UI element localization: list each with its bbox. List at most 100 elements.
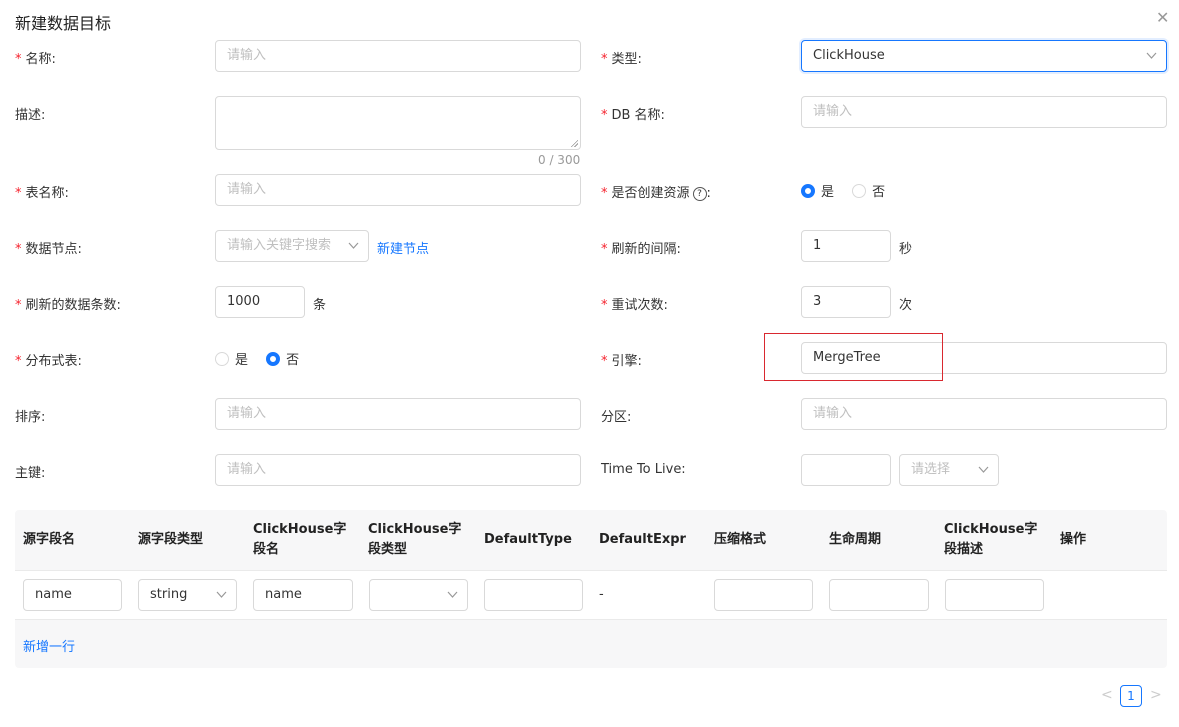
header-actions: 操作 [1060, 532, 1087, 547]
engine-highlight-box [764, 333, 943, 381]
create-resource-label-text: 是否创建资源 [611, 186, 690, 201]
row-ch-name-input[interactable]: name [253, 579, 353, 611]
table-name-input[interactable]: 请输入 [215, 174, 581, 206]
header-lifecycle: 生命周期 [829, 532, 882, 547]
create-resource-yes-radio[interactable] [801, 183, 815, 198]
help-circle-icon[interactable]: ? [692, 186, 707, 201]
resize-handle-icon[interactable] [570, 139, 578, 147]
name-placeholder: 请输入 [227, 48, 267, 63]
data-node-select[interactable]: 请输入关键字搜索 [215, 230, 369, 262]
primary-key-input[interactable]: 请输入 [215, 454, 581, 486]
pagination-page-1[interactable]: 1 [1120, 685, 1142, 707]
retry-count-label: * 重试次数: [601, 298, 668, 313]
type-select-value: ClickHouse [813, 48, 885, 63]
row-compression-input[interactable] [714, 579, 813, 611]
chevron-down-icon [1146, 50, 1157, 60]
row-source-type-value: string [150, 587, 188, 602]
type-label-text: 类型: [611, 52, 642, 67]
row-lifecycle-input[interactable] [829, 579, 929, 611]
table-name-label: * 表名称: [15, 186, 69, 201]
header-default-expr: DefaultExpr [599, 532, 686, 547]
db-name-label-text: DB 名称: [611, 108, 665, 123]
chevron-down-icon [348, 240, 359, 250]
header-ch-name: ClickHouse字段名 [253, 522, 347, 557]
add-row-link[interactable]: 新增一行 [23, 636, 75, 655]
partition-label: 分区: [601, 410, 632, 425]
header-source-name: 源字段名 [23, 532, 76, 547]
refresh-interval-input[interactable]: 1 [801, 230, 891, 262]
description-textarea[interactable] [215, 96, 581, 150]
description-counter: 0 / 300 [538, 153, 581, 167]
order-by-placeholder: 请输入 [227, 406, 267, 421]
create-resource-radio-group: 是 否 [801, 181, 899, 200]
refresh-rows-label: * 刷新的数据条数: [15, 298, 121, 313]
ttl-value-input[interactable] [801, 454, 891, 486]
row-ch-type-select[interactable] [369, 579, 468, 611]
engine-label: * 引擎: [601, 354, 642, 369]
header-default-type: DefaultType [484, 532, 572, 547]
row-default-expr: - [599, 587, 604, 602]
create-resource-no-radio[interactable] [852, 183, 867, 198]
order-by-label: 排序: [15, 410, 46, 425]
ttl-unit-placeholder: 请选择 [911, 462, 951, 477]
refresh-rows-input[interactable]: 1000 [215, 286, 305, 318]
refresh-rows-unit: 条 [313, 298, 327, 313]
distributed-label: * 分布式表: [15, 354, 82, 369]
header-ch-description: ClickHouse字段描述 [944, 522, 1038, 557]
dialog-title: 新建数据目标 [15, 14, 112, 33]
distributed-no-radio[interactable] [266, 351, 281, 366]
primary-key-label: 主键: [15, 466, 46, 481]
ttl-label: Time To Live: [601, 462, 686, 477]
partition-input[interactable]: 请输入 [801, 398, 1167, 430]
table-name-placeholder: 请输入 [227, 182, 267, 197]
chevron-down-icon [978, 464, 989, 474]
data-node-label-text: 数据节点: [25, 242, 82, 257]
refresh-interval-unit: 秒 [899, 242, 913, 257]
table-header-divider [15, 570, 1167, 571]
name-input[interactable]: 请输入 [215, 40, 581, 72]
distributed-label-text: 分布式表: [25, 354, 82, 369]
close-icon[interactable]: ✕ [1156, 8, 1169, 27]
retry-count-unit: 次 [899, 298, 913, 313]
create-resource-no-label[interactable]: 否 [872, 185, 885, 200]
partition-placeholder: 请输入 [813, 406, 853, 421]
refresh-interval-label-text: 刷新的间隔: [611, 242, 681, 257]
data-node-label: * 数据节点: [15, 242, 82, 257]
create-resource-label: * 是否创建资源?: [601, 186, 711, 201]
type-label: * 类型: [601, 52, 642, 67]
data-node-placeholder: 请输入关键字搜索 [227, 238, 332, 253]
table-name-label-text: 表名称: [25, 186, 69, 201]
header-source-type: 源字段类型 [138, 532, 204, 547]
chevron-down-icon [216, 589, 227, 599]
row-source-name-input[interactable]: name [23, 579, 122, 611]
field-mapping-table: 源字段名 源字段类型 ClickHouse字段名 ClickHouse字段类型 … [15, 510, 1167, 668]
db-name-placeholder: 请输入 [813, 104, 853, 119]
order-by-input[interactable]: 请输入 [215, 398, 581, 430]
new-node-link[interactable]: 新建节点 [377, 238, 429, 257]
retry-count-label-text: 重试次数: [611, 298, 668, 313]
header-ch-type: ClickHouse字段类型 [368, 522, 462, 557]
create-resource-yes-label[interactable]: 是 [821, 185, 834, 200]
ttl-unit-select[interactable]: 请选择 [899, 454, 999, 486]
row-description-input[interactable] [945, 579, 1044, 611]
header-compression: 压缩格式 [714, 532, 767, 547]
distributed-radio-group: 是 否 [215, 349, 313, 368]
db-name-label: * DB 名称: [601, 108, 665, 123]
description-label: 描述: [15, 108, 46, 123]
distributed-no-label[interactable]: 否 [286, 353, 299, 368]
distributed-yes-radio[interactable] [215, 351, 229, 366]
type-select[interactable]: ClickHouse [801, 40, 1167, 72]
primary-key-placeholder: 请输入 [227, 462, 267, 477]
engine-label-text: 引擎: [611, 354, 642, 369]
db-name-input[interactable]: 请输入 [801, 96, 1167, 128]
distributed-yes-label[interactable]: 是 [235, 353, 248, 368]
row-source-type-select[interactable]: string [138, 579, 237, 611]
pagination-next-icon[interactable]: > [1150, 687, 1162, 703]
create-resource-colon: : [706, 186, 711, 201]
refresh-interval-label: * 刷新的间隔: [601, 242, 681, 257]
retry-count-input[interactable]: 3 [801, 286, 891, 318]
table-row-divider [15, 619, 1167, 620]
refresh-rows-label-text: 刷新的数据条数: [25, 298, 121, 313]
pagination-prev-icon[interactable]: < [1101, 687, 1113, 703]
row-default-type-input[interactable] [484, 579, 583, 611]
